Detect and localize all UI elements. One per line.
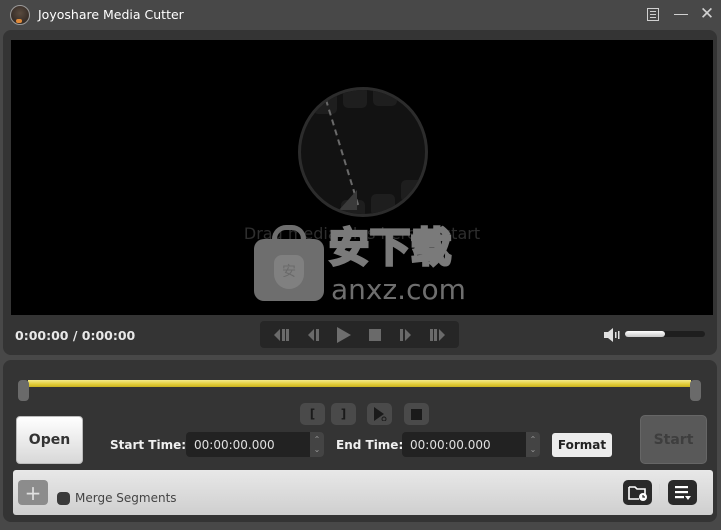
time-readout: 0:00:00 / 0:00:00	[15, 328, 136, 343]
start-time-stepper[interactable]: ⌃ ⌄	[310, 432, 324, 457]
merge-segments-checkbox[interactable]	[57, 492, 70, 505]
chevron-up-icon: ⌃	[529, 434, 537, 444]
range-end-handle[interactable]	[690, 380, 701, 401]
watermark-bag-icon: 安	[254, 225, 324, 301]
start-time-label: Start Time:	[110, 438, 187, 452]
add-segment-button[interactable]: +	[18, 480, 48, 505]
start-button[interactable]: Start	[640, 415, 707, 464]
close-button[interactable]: ✕	[697, 4, 717, 24]
play-preview-icon	[373, 407, 386, 421]
film-reel-icon	[298, 87, 428, 217]
volume-button[interactable]	[604, 327, 620, 342]
bracket-left-icon: [	[309, 407, 316, 421]
end-time-stepper[interactable]: ⌃ ⌄	[526, 432, 540, 457]
output-folder-button[interactable]	[623, 480, 652, 505]
stop-preview-button[interactable]	[404, 403, 429, 425]
list-dropdown-icon	[674, 485, 691, 500]
segment-list-bar: + Merge Segments	[13, 470, 713, 515]
menu-button[interactable]	[643, 4, 663, 24]
speaker-icon	[604, 328, 620, 342]
chevron-up-icon: ⌃	[313, 434, 321, 444]
skip-forward-bars-icon	[429, 328, 445, 341]
next-segment-button[interactable]	[426, 327, 446, 343]
edit-panel: [ ] Open Start Time: 00:00:00.000 ⌃ ⌄ En…	[3, 360, 717, 522]
plus-icon: +	[24, 480, 42, 505]
folder-history-icon	[627, 485, 647, 501]
minimize-icon	[674, 13, 688, 15]
previous-segment-button[interactable]	[273, 327, 293, 343]
open-button[interactable]: Open	[16, 416, 83, 464]
play-button[interactable]	[334, 326, 354, 343]
separator	[659, 484, 660, 502]
merge-segments-label: Merge Segments	[75, 491, 177, 505]
app-logo-icon	[10, 5, 30, 25]
format-button[interactable]: Format	[552, 433, 612, 457]
start-time-input[interactable]: 00:00:00.000	[186, 432, 310, 457]
preview-segment-button[interactable]	[367, 403, 392, 425]
video-drop-area[interactable]: Drag media files here to start 安 安下载 anx…	[11, 40, 713, 315]
stop-button[interactable]	[365, 327, 385, 343]
range-start-handle[interactable]	[18, 380, 29, 401]
bracket-right-icon: ]	[340, 407, 347, 421]
end-time-input[interactable]: 00:00:00.000	[402, 432, 526, 457]
chevron-down-icon: ⌄	[313, 444, 321, 454]
previous-frame-button[interactable]	[304, 327, 324, 343]
task-list-button[interactable]	[668, 480, 697, 505]
minimize-button[interactable]	[671, 4, 691, 24]
set-end-button[interactable]: ]	[331, 403, 356, 425]
next-frame-button[interactable]	[395, 327, 415, 343]
end-time-label: End Time:	[336, 438, 404, 452]
step-back-icon	[307, 328, 319, 341]
skip-back-bars-icon	[274, 328, 290, 341]
title-bar: Joyoshare Media Cutter ✕	[0, 0, 721, 30]
stop-icon	[411, 408, 422, 420]
app-title: Joyoshare Media Cutter	[38, 7, 184, 22]
chevron-down-icon: ⌄	[529, 444, 537, 454]
play-icon	[337, 326, 352, 343]
watermark-text-cn: 安下载	[328, 225, 453, 271]
watermark-text-en: anxz.com	[331, 273, 466, 306]
step-forward-icon	[400, 328, 412, 341]
set-start-button[interactable]: [	[300, 403, 325, 425]
close-icon: ✕	[699, 3, 715, 24]
volume-level	[625, 331, 665, 337]
menu-icon	[647, 7, 659, 21]
segment-range-bar[interactable]	[28, 380, 691, 387]
volume-slider[interactable]	[625, 331, 705, 337]
stop-icon	[368, 328, 381, 341]
transport-controls	[260, 321, 459, 348]
player-panel: Drag media files here to start 安 安下载 anx…	[3, 30, 717, 355]
